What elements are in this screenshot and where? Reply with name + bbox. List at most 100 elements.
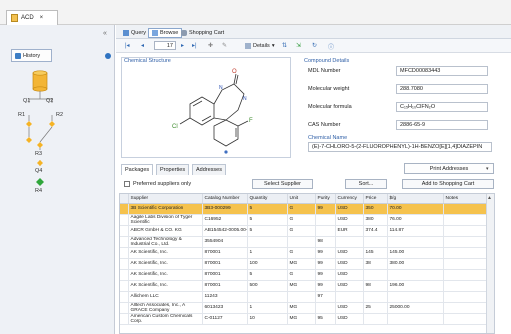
select-supplier-button[interactable]: Select Supplier	[252, 179, 313, 189]
query-node-q1[interactable]	[26, 121, 32, 127]
collapse-panel-icon[interactable]: «	[103, 30, 107, 37]
table-cell	[443, 225, 487, 237]
column-header[interactable]: Notes	[443, 194, 487, 204]
table-cell: MG	[287, 258, 316, 270]
refresh-icon[interactable]: ↻	[312, 42, 317, 49]
details-view-button[interactable]: Details ▾	[245, 41, 275, 50]
table-cell	[315, 225, 336, 237]
table-cell: 99	[315, 269, 336, 281]
chemical-name-field[interactable]: (E)-7-CHLORO-5-(2-FLUOROPHENYL)-1H-BENZO…	[308, 142, 492, 152]
previous-record-button[interactable]: ◂	[141, 42, 144, 49]
table-cell: 870001	[202, 280, 248, 292]
chemical-structure-label: Chemical Structure	[124, 58, 171, 64]
table-cell: 10	[247, 313, 288, 325]
table-cell: 870001	[202, 258, 248, 270]
first-record-button[interactable]: |◂	[125, 42, 130, 49]
document-tab[interactable]: ACD ×	[6, 10, 58, 25]
column-header[interactable]: Catalog Number	[202, 194, 248, 204]
table-cell: 70.00	[387, 203, 444, 215]
tab-properties[interactable]: Properties	[156, 164, 190, 175]
row-indicator	[120, 203, 129, 215]
table-row[interactable]: Alltech Associates, Inc., A GRACE Compan…	[120, 302, 487, 314]
svg-text:Cl: Cl	[172, 124, 178, 130]
result-node-r2[interactable]	[37, 142, 43, 148]
table-cell: ABCR GmbH & CO. KG	[128, 225, 203, 237]
table-row[interactable]: AK Scientific, Inc. 870001 5 G 99 USD	[120, 269, 487, 281]
info-icon[interactable]: ⓘ	[328, 42, 334, 51]
query-node-q2[interactable]	[49, 121, 55, 127]
table-cell	[363, 236, 388, 248]
table-row[interactable]: AK Scientific, Inc. 870001 100 MG 99 USD 38 380…	[120, 258, 487, 270]
table-cell: USD	[335, 258, 364, 270]
table-row[interactable]: Advanced Technology & Industrial Co., Lt…	[120, 236, 487, 248]
sort-button[interactable]: Sort...	[345, 179, 387, 189]
table-cell	[247, 291, 288, 303]
shopping-cart-tab[interactable]: Shopping Cart	[181, 28, 224, 38]
table-row[interactable]: Allichem LLC 11243 97	[120, 291, 487, 303]
history-tab[interactable]: History	[11, 49, 52, 62]
history-icon	[15, 52, 21, 59]
table-row[interactable]: ABCR GmbH & CO. KG AB154542-0005.00- 5 G EUR…	[120, 225, 487, 237]
next-record-button[interactable]: ▸	[181, 42, 184, 49]
column-header[interactable]: Unit	[287, 194, 316, 204]
tab-packages[interactable]: Packages	[121, 164, 154, 175]
table-cell: 374.4	[363, 225, 388, 237]
structure-drawing: O N N F Cl	[172, 69, 253, 154]
row-indicator	[120, 269, 129, 281]
add-to-cart-button[interactable]: Add to Shopping Cart	[402, 179, 494, 189]
result-node-r1[interactable]	[26, 137, 32, 143]
table-row[interactable]: 3B Scientific Corporation 3B3-000299 5 G 99 U…	[120, 203, 487, 215]
table-cell	[287, 291, 316, 303]
edit-icon[interactable]: ✎	[222, 42, 227, 49]
row-indicator	[120, 236, 129, 248]
close-icon[interactable]: ×	[40, 15, 44, 21]
column-header[interactable]: Quantity	[247, 194, 288, 204]
scroll-up-icon[interactable]: ▲	[487, 195, 492, 201]
tab-addresses[interactable]: Addresses	[192, 164, 226, 175]
result-node-r4[interactable]	[36, 178, 44, 186]
table-vertical-scrollbar[interactable]	[486, 194, 494, 333]
result-node-r3[interactable]	[37, 160, 43, 166]
sort-icon[interactable]: ⇅	[282, 42, 287, 49]
table-cell: AK Scientific, Inc.	[128, 247, 203, 259]
table-cell: USD	[335, 302, 364, 314]
print-addresses-dropdown[interactable]: Print Addresses	[404, 163, 494, 174]
table-cell: 1	[247, 247, 288, 259]
cas-number-field[interactable]: 2886-65-9	[396, 120, 488, 130]
table-cell: 5	[247, 214, 288, 226]
table-row[interactable]: AK Scientific, Inc. 870001 1 G 99 USD 145 145.0…	[120, 247, 487, 259]
column-header[interactable]: $/g	[387, 194, 444, 204]
record-number-input[interactable]: 17	[154, 41, 176, 50]
table-row[interactable]: Aagile Labs Division of Tyger Scientific…	[120, 214, 487, 226]
molecular-formula-field[interactable]: C₁₅H₁₀ClFN₂O	[396, 102, 488, 112]
table-cell	[363, 313, 388, 325]
table-cell: USD	[335, 313, 364, 325]
shopping-cart-tab-label: Shopping Cart	[189, 30, 225, 36]
table-cell: AK Scientific, Inc.	[128, 269, 203, 281]
table-row[interactable]: American Custom Chemicals Corp. C-01127 10…	[120, 313, 487, 325]
column-header[interactable]: Purity	[315, 194, 336, 204]
history-settings-icon[interactable]	[105, 53, 111, 59]
preferred-suppliers-checkbox[interactable]	[124, 181, 130, 187]
query-tab[interactable]: Query	[123, 28, 146, 38]
add-icon[interactable]: ✚	[208, 42, 213, 49]
export-icon[interactable]: ⇲	[296, 42, 301, 49]
table-cell	[443, 291, 487, 303]
table-cell: 98	[315, 236, 336, 248]
table-cell: AK Scientific, Inc.	[128, 258, 203, 270]
last-record-button[interactable]: ▸|	[192, 42, 197, 49]
table-cell: USD	[335, 203, 364, 215]
table-cell: 145	[363, 247, 388, 259]
mdl-number-field[interactable]: MFCD00083443	[396, 66, 488, 76]
chemical-name-group-label: Chemical Name	[308, 135, 348, 141]
compound-details-group-label: Compound Details	[304, 58, 350, 64]
browse-tab[interactable]: Browse	[148, 28, 183, 38]
table-row[interactable]: AK Scientific, Inc. 870001 500 MG 99 USD 98 196…	[120, 280, 487, 292]
table-cell	[315, 214, 336, 226]
column-header[interactable]: Price	[363, 194, 388, 204]
svg-text:N: N	[219, 85, 223, 91]
molecular-weight-field[interactable]: 288.7080	[396, 84, 488, 94]
database-icon[interactable]	[32, 70, 48, 92]
column-header[interactable]: Currency	[335, 194, 364, 204]
column-header[interactable]: Supplier	[128, 194, 203, 204]
